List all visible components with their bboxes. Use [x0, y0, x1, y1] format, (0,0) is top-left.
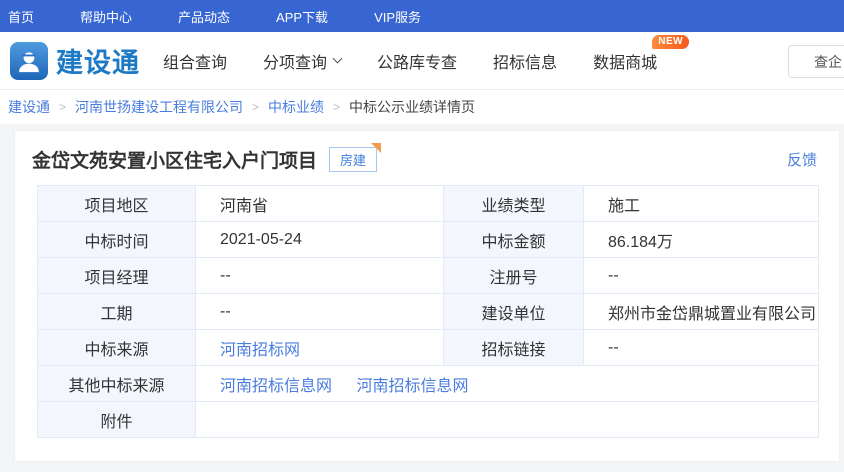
search-company-button[interactable]: 查企 [788, 45, 844, 78]
topbar-item-vip-service[interactable]: VIP服务 [374, 7, 421, 26]
table-row: 项目地区 河南省 业绩类型 施工 [38, 186, 819, 222]
category-tag: 房建 [329, 147, 377, 172]
table-row: 中标来源 河南招标网 招标链接 -- [38, 330, 819, 366]
category-tag-label: 房建 [340, 153, 366, 168]
field-value-duration: -- [196, 294, 444, 330]
top-utility-bar: 首页 帮助中心 产品动态 APP下载 VIP服务 [0, 0, 844, 32]
nav-data-mall-label: 数据商城 [593, 49, 657, 73]
field-label-duration: 工期 [38, 294, 196, 330]
field-label-attachment: 附件 [38, 402, 196, 438]
field-value-registration-no: -- [584, 258, 819, 294]
breadcrumb: 建设通 > 河南世扬建设工程有限公司 > 中标业绩 > 中标公示业绩详情页 [0, 90, 844, 124]
nav-highway-library-label: 公路库专查 [377, 49, 457, 73]
nav-itemized-query[interactable]: 分项查询 [263, 49, 341, 73]
project-title: 金岱文苑安置小区住宅入户门项目 [32, 146, 317, 173]
main-nav: 组合查询 分项查询 公路库专查 招标信息 数据商城 NEW [163, 49, 657, 73]
topbar-item-home[interactable]: 首页 [8, 7, 34, 26]
field-value-bid-link: -- [584, 330, 819, 366]
table-row: 项目经理 -- 注册号 -- [38, 258, 819, 294]
breadcrumb-separator: > [252, 100, 259, 114]
topbar-item-product-news[interactable]: 产品动态 [178, 7, 230, 26]
table-row: 中标时间 2021-05-24 中标金额 86.184万 [38, 222, 819, 258]
nav-bidding-info[interactable]: 招标信息 [493, 49, 557, 73]
page-background: 金岱文苑安置小区住宅入户门项目 房建 反馈 项目地区 河南省 业绩类型 施工 中… [0, 124, 844, 472]
field-value-owner-unit: 郑州市金岱鼎城置业有限公司 [584, 294, 819, 330]
nav-combo-query[interactable]: 组合查询 [163, 49, 227, 73]
nav-bidding-info-label: 招标信息 [493, 49, 557, 73]
breadcrumb-current-page: 中标公示业绩详情页 [349, 97, 475, 117]
field-label-other-sources: 其他中标来源 [38, 366, 196, 402]
field-label-win-date: 中标时间 [38, 222, 196, 258]
detail-card-header: 金岱文苑安置小区住宅入户门项目 房建 反馈 [15, 131, 839, 185]
feedback-link[interactable]: 反馈 [787, 149, 817, 170]
topbar-item-app-download[interactable]: APP下载 [276, 7, 328, 26]
brand-logo[interactable]: 建设通 [10, 41, 140, 80]
builder-icon [10, 42, 48, 80]
table-row: 附件 [38, 402, 819, 438]
field-label-registration-no: 注册号 [444, 258, 584, 294]
other-source-link[interactable]: 河南招标信息网 [356, 378, 468, 395]
nav-data-mall[interactable]: 数据商城 NEW [593, 49, 657, 73]
field-label-bid-link: 招标链接 [444, 330, 584, 366]
brand-name: 建设通 [56, 41, 140, 80]
nav-combo-query-label: 组合查询 [163, 49, 227, 73]
breadcrumb-home[interactable]: 建设通 [8, 97, 50, 117]
detail-card: 金岱文苑安置小区住宅入户门项目 房建 反馈 项目地区 河南省 业绩类型 施工 中… [14, 130, 840, 462]
topbar-item-help-center[interactable]: 帮助中心 [80, 7, 132, 26]
field-value-record-type: 施工 [584, 186, 819, 222]
breadcrumb-company[interactable]: 河南世扬建设工程有限公司 [75, 97, 243, 117]
field-label-project-manager: 项目经理 [38, 258, 196, 294]
breadcrumb-win-record[interactable]: 中标业绩 [268, 97, 324, 117]
field-label-region: 项目地区 [38, 186, 196, 222]
tag-corner-fold-icon [371, 143, 381, 153]
nav-highway-library[interactable]: 公路库专查 [377, 49, 457, 73]
nav-itemized-query-label: 分项查询 [263, 49, 327, 73]
field-label-win-source: 中标来源 [38, 330, 196, 366]
chevron-down-icon [333, 54, 343, 64]
field-label-win-amount: 中标金额 [444, 222, 584, 258]
breadcrumb-separator: > [59, 100, 66, 114]
win-source-link[interactable]: 河南招标网 [220, 342, 300, 359]
other-source-link[interactable]: 河南招标信息网 [220, 378, 332, 395]
field-value-win-date: 2021-05-24 [196, 222, 444, 258]
field-value-other-sources: 河南招标信息网 河南招标信息网 [196, 366, 819, 402]
field-value-win-source: 河南招标网 [196, 330, 444, 366]
field-value-attachment [196, 402, 819, 438]
field-label-owner-unit: 建设单位 [444, 294, 584, 330]
main-header: 建设通 组合查询 分项查询 公路库专查 招标信息 数据商城 NEW 查企 [0, 32, 844, 90]
field-value-project-manager: -- [196, 258, 444, 294]
field-value-region: 河南省 [196, 186, 444, 222]
field-value-win-amount: 86.184万 [584, 222, 819, 258]
table-row: 其他中标来源 河南招标信息网 河南招标信息网 [38, 366, 819, 402]
project-info-table: 项目地区 河南省 业绩类型 施工 中标时间 2021-05-24 中标金额 86… [37, 185, 819, 438]
table-row: 工期 -- 建设单位 郑州市金岱鼎城置业有限公司 [38, 294, 819, 330]
search-company-button-label: 查企 [814, 52, 842, 72]
breadcrumb-separator: > [333, 100, 340, 114]
new-badge: NEW [652, 35, 689, 49]
field-label-record-type: 业绩类型 [444, 186, 584, 222]
